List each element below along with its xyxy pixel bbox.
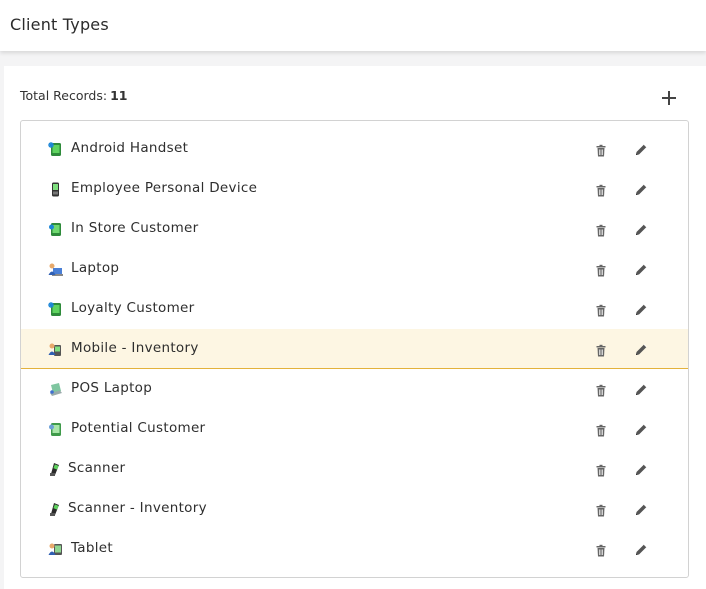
pencil-icon[interactable] bbox=[633, 262, 649, 278]
in-store-customer-icon bbox=[48, 222, 63, 237]
client-type-row[interactable]: In Store Customer bbox=[21, 209, 688, 249]
client-type-label: Android Handset bbox=[71, 140, 189, 156]
client-type-label: POS Laptop bbox=[71, 380, 153, 396]
trash-icon[interactable] bbox=[594, 423, 608, 437]
client-type-label: Loyalty Customer bbox=[71, 300, 195, 316]
trash-icon[interactable] bbox=[594, 183, 608, 197]
pencil-icon[interactable] bbox=[633, 222, 649, 238]
trash-icon[interactable] bbox=[594, 543, 608, 557]
potential-customer-icon bbox=[48, 422, 63, 437]
trash-icon[interactable] bbox=[594, 463, 608, 477]
trash-icon[interactable] bbox=[594, 223, 608, 237]
pencil-icon[interactable] bbox=[633, 502, 649, 518]
client-type-row[interactable]: Laptop bbox=[21, 249, 688, 289]
pencil-icon[interactable] bbox=[633, 302, 649, 318]
add-client-type-button[interactable] bbox=[658, 87, 680, 109]
page-header: Client Types bbox=[0, 0, 706, 51]
client-type-label: Mobile - Inventory bbox=[71, 340, 199, 356]
trash-icon[interactable] bbox=[594, 263, 608, 277]
client-type-row[interactable]: Potential Customer bbox=[21, 409, 688, 449]
pencil-icon[interactable] bbox=[633, 382, 649, 398]
pencil-icon[interactable] bbox=[633, 182, 649, 198]
client-type-label: Tablet bbox=[71, 540, 114, 556]
pos-laptop-icon bbox=[48, 382, 63, 397]
trash-icon[interactable] bbox=[594, 303, 608, 317]
client-type-label: Scanner bbox=[68, 460, 126, 476]
trash-icon[interactable] bbox=[594, 143, 608, 157]
client-type-row[interactable]: Scanner - Inventory bbox=[21, 489, 688, 529]
total-records-label: Total Records: bbox=[20, 88, 108, 103]
client-type-row[interactable]: Android Handset bbox=[21, 129, 688, 169]
mobile-phone-icon bbox=[48, 182, 63, 197]
pencil-icon[interactable] bbox=[633, 462, 649, 478]
pencil-icon[interactable] bbox=[633, 422, 649, 438]
scanner-icon bbox=[48, 502, 63, 517]
pencil-icon[interactable] bbox=[633, 142, 649, 158]
android-handset-icon bbox=[48, 142, 63, 157]
pencil-icon[interactable] bbox=[633, 542, 649, 558]
client-type-row[interactable]: Loyalty Customer bbox=[21, 289, 688, 329]
pencil-icon[interactable] bbox=[633, 342, 649, 358]
mobile-user-icon bbox=[48, 342, 63, 357]
loyalty-customer-icon bbox=[48, 302, 63, 317]
scanner-icon bbox=[48, 462, 63, 477]
client-type-label: Scanner - Inventory bbox=[68, 500, 207, 516]
trash-icon[interactable] bbox=[594, 383, 608, 397]
client-type-row[interactable]: Tablet bbox=[21, 529, 688, 569]
client-type-label: Laptop bbox=[71, 260, 120, 276]
tablet-user-icon bbox=[48, 542, 63, 557]
client-type-row[interactable]: Employee Personal Device bbox=[21, 169, 688, 209]
client-type-row[interactable]: Mobile - Inventory bbox=[21, 329, 688, 369]
client-types-list: Android Handset Employee Personal Device I… bbox=[20, 120, 689, 578]
client-type-label: Employee Personal Device bbox=[71, 180, 258, 196]
page-title: Client Types bbox=[10, 15, 109, 34]
total-records: Total Records: 11 bbox=[20, 88, 128, 103]
client-type-row[interactable]: POS Laptop bbox=[21, 369, 688, 409]
client-type-row[interactable]: Scanner bbox=[21, 449, 688, 489]
laptop-user-icon bbox=[48, 262, 63, 277]
trash-icon[interactable] bbox=[594, 503, 608, 517]
total-records-count: 11 bbox=[110, 88, 128, 103]
client-type-label: In Store Customer bbox=[71, 220, 199, 236]
trash-icon[interactable] bbox=[594, 343, 608, 357]
client-types-panel: Total Records: 11 Android Handset Employee… bbox=[4, 66, 706, 589]
client-type-label: Potential Customer bbox=[71, 420, 206, 436]
